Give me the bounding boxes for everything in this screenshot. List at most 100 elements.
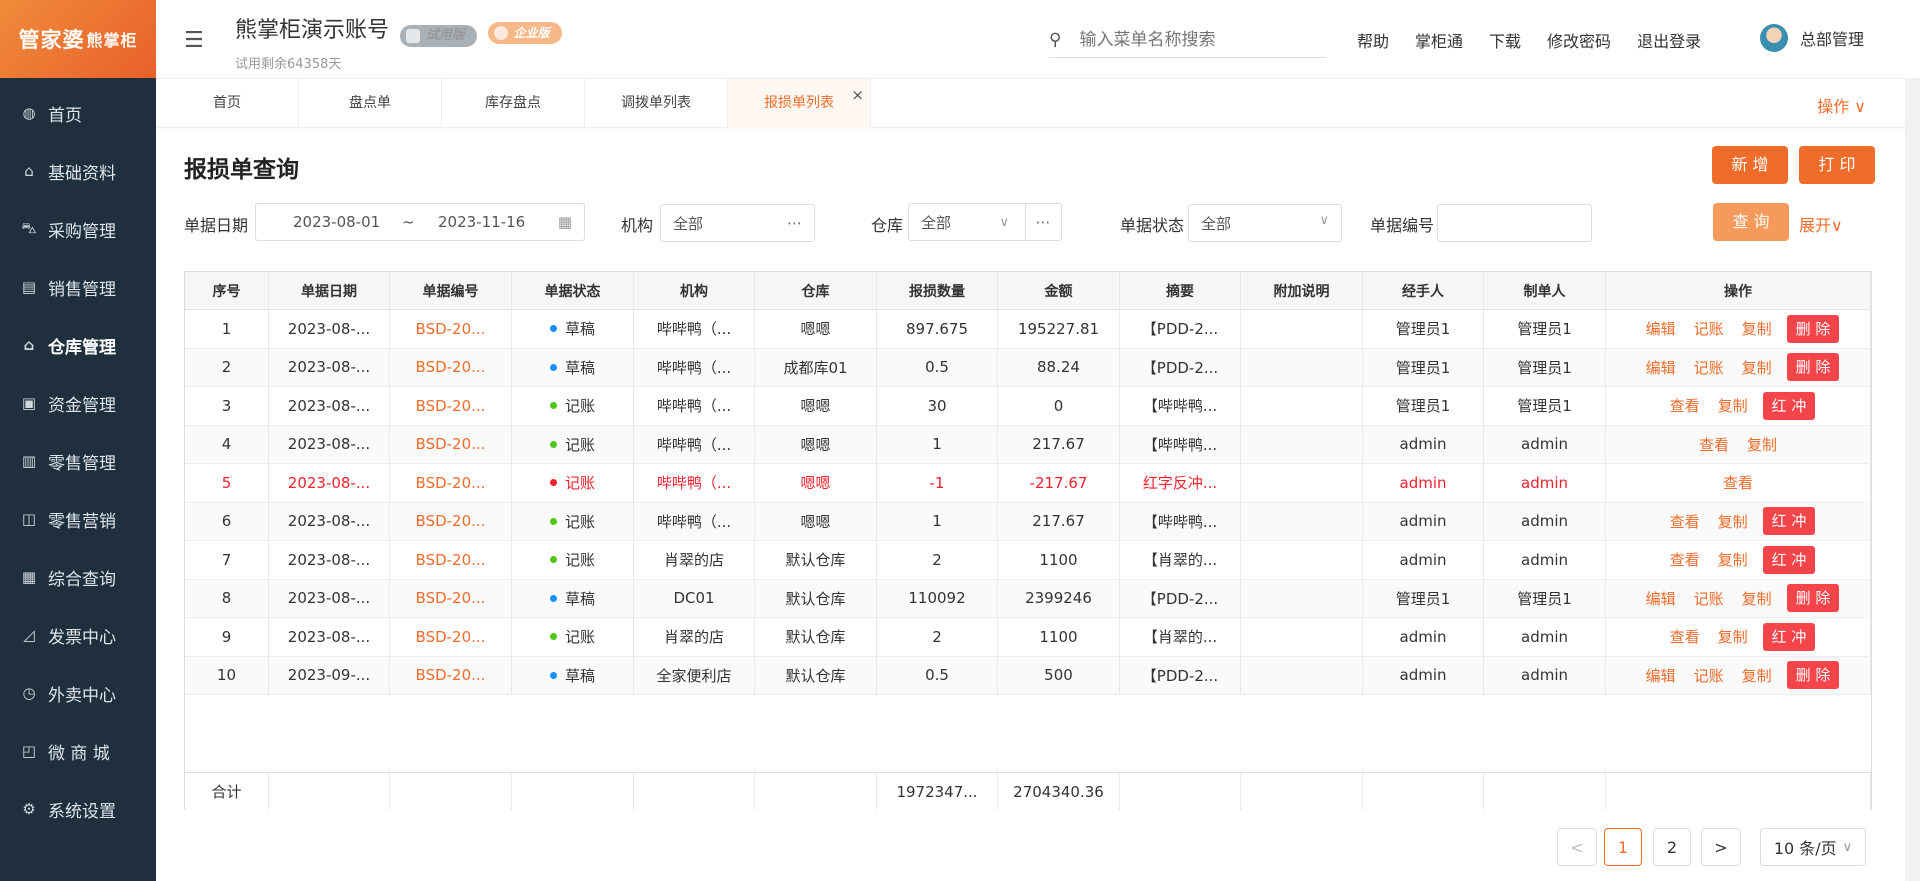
org-select[interactable]: 全部 ⋯: [660, 204, 815, 242]
row-action-link[interactable]: 记账: [1694, 588, 1724, 609]
top-link-1[interactable]: 掌柜通: [1415, 28, 1463, 52]
top-link-4[interactable]: 退出登录: [1637, 28, 1701, 52]
row-action-button[interactable]: 红 冲: [1762, 622, 1816, 651]
code-text[interactable]: BSD-20...: [416, 666, 486, 684]
row-action-link[interactable]: 记账: [1694, 357, 1724, 378]
code-text[interactable]: BSD-20...: [416, 435, 486, 453]
row-action-link[interactable]: 记账: [1694, 665, 1724, 686]
row-action-link[interactable]: 复制: [1718, 511, 1748, 532]
row-action-link[interactable]: 复制: [1742, 318, 1772, 339]
page-1-button[interactable]: 1: [1604, 828, 1642, 866]
warehouse-more-icon[interactable]: ⋯: [1025, 204, 1061, 240]
menu-search-input[interactable]: [1079, 29, 1310, 50]
top-link-2[interactable]: 下载: [1489, 28, 1521, 52]
sidebar-item-1[interactable]: ⌂ 基础资料: [0, 142, 156, 200]
table-row[interactable]: 1 2023-08-... BSD-20... 草稿 哔哔鸭（... 嗯嗯 897.675 1…: [185, 310, 1871, 349]
sidebar-item-9[interactable]: ◿ 发票中心: [0, 606, 156, 664]
org-more-icon[interactable]: ⋯: [787, 214, 802, 232]
row-action-link[interactable]: 编辑: [1646, 318, 1676, 339]
code-text[interactable]: BSD-20...: [416, 358, 486, 376]
table-row[interactable]: 4 2023-08-... BSD-20... 记账 哔哔鸭（... 嗯嗯 1 217.67 【…: [185, 425, 1871, 464]
row-action-link[interactable]: 查看: [1670, 511, 1700, 532]
row-action-button[interactable]: 红 冲: [1762, 391, 1816, 420]
print-button[interactable]: 打 印: [1799, 146, 1875, 184]
row-action-link[interactable]: 复制: [1747, 434, 1777, 455]
sidebar-item-10[interactable]: ◷ 外卖中心: [0, 664, 156, 722]
tab-1[interactable]: 盘点单: [299, 79, 442, 128]
code-text[interactable]: BSD-20...: [416, 628, 486, 646]
tab-0[interactable]: 首页: [156, 79, 299, 128]
row-action-link[interactable]: 复制: [1718, 395, 1748, 416]
row-action-button[interactable]: 红 冲: [1762, 507, 1816, 536]
sidebar-item-7[interactable]: ◫ 零售营销: [0, 490, 156, 548]
table-row[interactable]: 6 2023-08-... BSD-20... 记账 哔哔鸭（... 嗯嗯 1 217.67 【…: [185, 502, 1871, 541]
page-2-button[interactable]: 2: [1653, 828, 1691, 866]
user-menu[interactable]: 总部管理: [1760, 24, 1864, 52]
code-text[interactable]: BSD-20...: [416, 397, 486, 415]
table-row[interactable]: 9 2023-08-... BSD-20... 记账 肖翠的店 默认仓库 2 1100 【肖翠的…: [185, 618, 1871, 657]
menu-toggle-icon[interactable]: ☰: [184, 28, 204, 53]
row-action-button[interactable]: 删 除: [1786, 661, 1840, 690]
date-range-picker[interactable]: 2023-08-01 ~ 2023-11-16 ▦: [255, 203, 585, 241]
add-button[interactable]: 新 增: [1712, 146, 1788, 184]
sidebar-item-5[interactable]: ▣ 资金管理: [0, 374, 156, 432]
prev-page-button[interactable]: <: [1557, 828, 1597, 866]
sidebar-item-2[interactable]: ⛍ 采购管理: [0, 200, 156, 258]
page-scrollbar[interactable]: [1905, 79, 1920, 881]
tab-3[interactable]: 调拨单列表: [585, 79, 728, 128]
tab-2[interactable]: 库存盘点: [442, 79, 585, 128]
status-select[interactable]: 全部 ∨: [1188, 204, 1342, 242]
top-link-0[interactable]: 帮助: [1357, 28, 1389, 52]
sidebar-item-3[interactable]: ▤ 销售管理: [0, 258, 156, 316]
expand-toggle[interactable]: 展开∨: [1799, 212, 1843, 236]
code-text[interactable]: BSD-20...: [416, 320, 486, 338]
row-action-link[interactable]: 记账: [1694, 318, 1724, 339]
table-row[interactable]: 8 2023-08-... BSD-20... 草稿 DC01 默认仓库 110092 239…: [185, 579, 1871, 618]
row-action-link[interactable]: 编辑: [1646, 357, 1676, 378]
page-size-select[interactable]: 10 条/页 ∨: [1760, 828, 1866, 866]
row-action-link[interactable]: 编辑: [1646, 665, 1676, 686]
query-button[interactable]: 查 询: [1713, 203, 1789, 241]
code-text[interactable]: BSD-20...: [416, 551, 486, 569]
tab-ops-menu[interactable]: 操作 ∨: [1817, 93, 1866, 117]
row-action-link[interactable]: 查看: [1670, 549, 1700, 570]
row-action-link[interactable]: 查看: [1670, 395, 1700, 416]
row-action-button[interactable]: 删 除: [1786, 314, 1840, 343]
table-row[interactable]: 3 2023-08-... BSD-20... 记账 哔哔鸭（... 嗯嗯 30 0 【哔哔鸭.…: [185, 387, 1871, 426]
row-action-link[interactable]: 查看: [1699, 434, 1729, 455]
code-text[interactable]: BSD-20...: [416, 474, 486, 492]
row-action-link[interactable]: 复制: [1742, 357, 1772, 378]
close-icon[interactable]: ×: [851, 71, 864, 120]
code-input[interactable]: [1437, 204, 1592, 242]
table-row[interactable]: 10 2023-09-... BSD-20... 草稿 全家便利店 默认仓库 0.5 500 【…: [185, 656, 1871, 695]
tab-4[interactable]: 报损单列表 ×: [728, 79, 871, 128]
calendar-icon[interactable]: ▦: [558, 213, 572, 231]
code-text[interactable]: BSD-20...: [416, 589, 486, 607]
search-icon[interactable]: ⚲: [1049, 30, 1061, 50]
warehouse-select[interactable]: 全部 ∨ ⋯: [908, 203, 1062, 241]
row-action-link[interactable]: 查看: [1723, 472, 1753, 493]
top-link-3[interactable]: 修改密码: [1547, 28, 1611, 52]
sidebar-item-6[interactable]: ▥ 零售管理: [0, 432, 156, 490]
row-action-link[interactable]: 查看: [1670, 626, 1700, 647]
sidebar-item-4[interactable]: ⌂ 仓库管理: [0, 316, 156, 374]
row-action-link[interactable]: 编辑: [1646, 588, 1676, 609]
sidebar-item-12[interactable]: ⚙ 系统设置: [0, 780, 156, 838]
row-action-link[interactable]: 复制: [1742, 588, 1772, 609]
brand-logo[interactable]: 管家婆 熊掌柜: [0, 0, 156, 78]
sidebar-item-0[interactable]: ◍ 首页: [0, 84, 156, 142]
next-page-button[interactable]: >: [1701, 828, 1741, 866]
table-row[interactable]: 7 2023-08-... BSD-20... 记账 肖翠的店 默认仓库 2 1100 【肖翠的…: [185, 541, 1871, 580]
table-row[interactable]: 5 2023-08-... BSD-20... 记账 哔哔鸭（... 嗯嗯 -1 -217.6…: [185, 464, 1871, 503]
sidebar-item-8[interactable]: ▦ 综合查询: [0, 548, 156, 606]
row-action-link[interactable]: 复制: [1718, 626, 1748, 647]
row-action-link[interactable]: 复制: [1742, 665, 1772, 686]
code-text[interactable]: BSD-20...: [416, 512, 486, 530]
row-action-link[interactable]: 复制: [1718, 549, 1748, 570]
row-action-button[interactable]: 删 除: [1786, 584, 1840, 613]
sidebar-item-11[interactable]: ◰ 微 商 城: [0, 722, 156, 780]
row-action-button[interactable]: 红 冲: [1762, 545, 1816, 574]
avatar[interactable]: [1760, 24, 1788, 52]
row-action-button[interactable]: 删 除: [1786, 353, 1840, 382]
table-row[interactable]: 2 2023-08-... BSD-20... 草稿 哔哔鸭（... 成都库01 0.5 88…: [185, 348, 1871, 387]
